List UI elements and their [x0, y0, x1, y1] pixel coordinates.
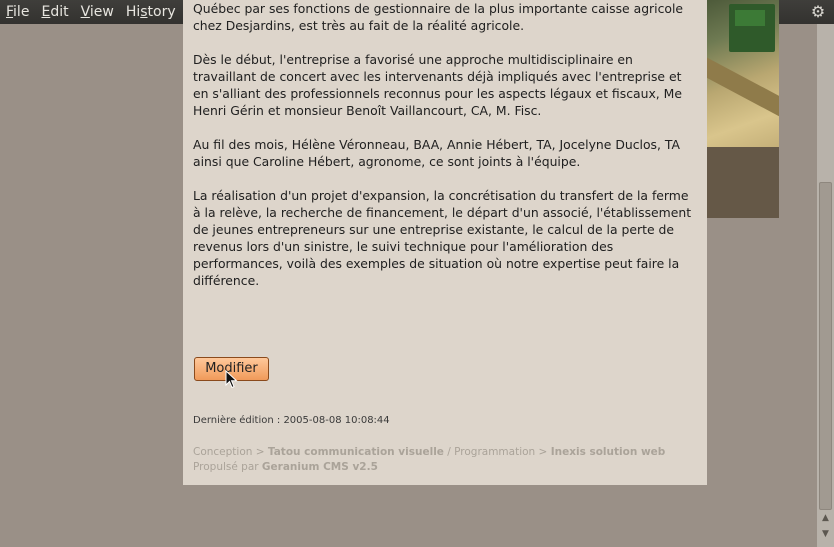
paragraph: Québec par ses fonctions de gestionnaire… — [193, 1, 684, 33]
programming-link[interactable]: Inexis solution web — [551, 446, 666, 458]
paragraph: Au fil des mois, Hélène Véronneau, BAA, … — [193, 137, 680, 169]
article-text: Québec par ses fonctions de gestionnaire… — [193, 0, 698, 306]
vertical-scrollbar[interactable]: ▲ ▼ — [817, 24, 834, 547]
menu-edit[interactable]: Edit — [35, 0, 74, 24]
field-stripe — [707, 57, 779, 121]
paragraph: Dès le début, l'entreprise a favorisé un… — [193, 52, 682, 118]
arrow-up-icon[interactable]: ▲ — [820, 513, 831, 524]
scrollbar-thumb[interactable] — [819, 182, 832, 510]
credits: Conception > Tatou communication visuell… — [193, 445, 665, 475]
combine-harvester — [729, 4, 775, 52]
conception-link[interactable]: Tatou communication visuelle — [268, 446, 444, 458]
arrow-down-icon[interactable]: ▼ — [820, 529, 831, 540]
credits-line-2: Propulsé par Geranium CMS v2.5 — [193, 461, 378, 473]
menu-view[interactable]: View — [75, 0, 120, 24]
farm-photo — [707, 0, 779, 147]
credits-line-1: Conception > Tatou communication visuell… — [193, 446, 666, 458]
mouse-pointer-icon — [225, 370, 238, 389]
last-edit: Dernière édition : 2005-08-08 10:08:44 — [193, 415, 390, 426]
menu-file[interactable]: File — [0, 0, 35, 24]
gear-icon[interactable]: ⚙ — [808, 2, 828, 22]
paragraph: La réalisation d'un projet d'expansion, … — [193, 188, 692, 288]
menu-history[interactable]: History — [120, 0, 182, 24]
photo-frame-bottom — [707, 147, 779, 218]
cms-link[interactable]: Geranium CMS v2.5 — [262, 461, 378, 473]
